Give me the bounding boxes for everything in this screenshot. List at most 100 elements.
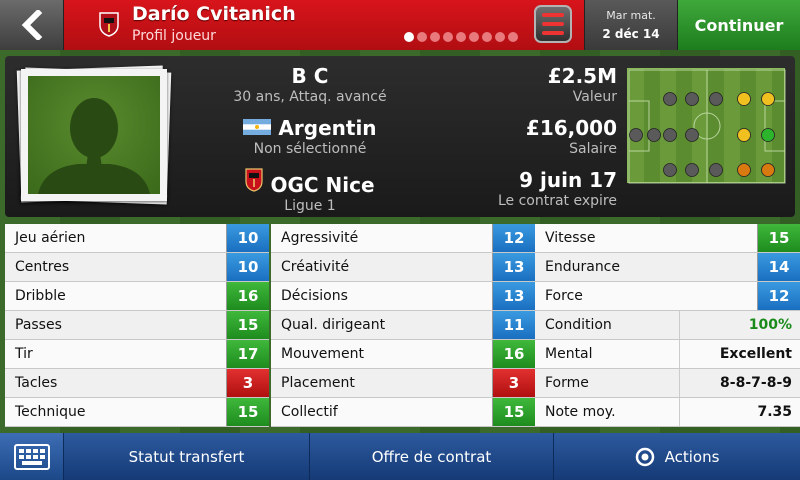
date-display[interactable]: Mar mat. 2 déc 14 bbox=[584, 0, 678, 50]
attribute-label: Agressivité bbox=[281, 230, 359, 246]
attribute-row: Forme 8-8-7-8-9 bbox=[535, 369, 800, 398]
attribute-label: Mental bbox=[545, 346, 593, 362]
position-dot bbox=[663, 92, 677, 106]
club-row[interactable]: OGC Nice bbox=[215, 168, 405, 197]
selection-status: Non sélectionné bbox=[253, 141, 367, 157]
attribute-value: 7.35 bbox=[757, 404, 792, 420]
pitch-diagram bbox=[628, 69, 786, 184]
player-info-panel: B C 30 ans, Attaq. avancé Argentin Non s… bbox=[5, 56, 795, 217]
cell-divider bbox=[679, 369, 680, 397]
nationality-row[interactable]: Argentin bbox=[215, 116, 405, 140]
page-dot-active[interactable] bbox=[404, 32, 414, 42]
attribute-label: Jeu aérien bbox=[15, 230, 86, 246]
page-dot[interactable] bbox=[482, 32, 492, 42]
wage-label: Salaire bbox=[569, 141, 617, 157]
mental-attributes: Agressivité 12 Créativité 13 Décisions 13 Qual… bbox=[271, 224, 535, 427]
ogc-nice-badge-icon bbox=[245, 168, 264, 192]
attribute-label: Forme bbox=[545, 375, 589, 391]
technical-attributes: Jeu aérien 10 Centres 10 Dribble 16 Passes 15 Ti… bbox=[5, 224, 269, 427]
position-dot bbox=[737, 92, 751, 106]
attribute-label: Vitesse bbox=[545, 230, 596, 246]
attribute-value: 12 bbox=[757, 282, 800, 310]
attribute-label: Décisions bbox=[281, 288, 348, 304]
attribute-row: Dribble 16 bbox=[5, 282, 269, 311]
attribute-label: Collectif bbox=[281, 404, 338, 420]
page-dot[interactable] bbox=[443, 32, 453, 42]
photo-card-front bbox=[21, 69, 167, 201]
attribute-row: Passes 15 bbox=[5, 311, 269, 340]
page-dot[interactable] bbox=[508, 32, 518, 42]
attribute-value: 15 bbox=[226, 311, 269, 339]
attribute-label: Tir bbox=[15, 346, 33, 362]
position-dot bbox=[709, 163, 723, 177]
position-dot bbox=[761, 92, 775, 106]
position-dot bbox=[629, 128, 643, 142]
attribute-row: Technique 15 bbox=[5, 398, 269, 427]
attribute-value: 11 bbox=[492, 311, 535, 339]
position-dot bbox=[647, 128, 661, 142]
contract-offer-button[interactable]: Offre de contrat bbox=[310, 433, 554, 480]
attribute-label: Force bbox=[545, 288, 583, 304]
attribute-value: 3 bbox=[492, 369, 535, 397]
contract-label: Le contrat expire bbox=[497, 193, 617, 209]
attribute-value: Excellent bbox=[719, 346, 792, 362]
player-photo bbox=[15, 64, 175, 210]
attribute-label: Endurance bbox=[545, 259, 620, 275]
keyboard-icon bbox=[13, 443, 50, 470]
continue-button[interactable]: Continuer bbox=[678, 0, 800, 50]
attribute-row: Mental Excellent bbox=[535, 340, 800, 369]
top-bar: Darío Cvitanich Profil joueur Mar mat. 2… bbox=[0, 0, 800, 50]
attribute-label: Créativité bbox=[281, 259, 350, 275]
attribute-label: Condition bbox=[545, 317, 612, 333]
attribute-row: Placement 3 bbox=[271, 369, 535, 398]
keyboard-button[interactable] bbox=[0, 433, 64, 480]
transfer-status-button[interactable]: Statut transfert bbox=[64, 433, 310, 480]
position-dot bbox=[737, 128, 751, 142]
menu-button[interactable] bbox=[534, 5, 572, 43]
attribute-label: Qual. dirigeant bbox=[281, 317, 386, 333]
attribute-row: Note moy. 7.35 bbox=[535, 398, 800, 427]
position-dot bbox=[761, 128, 775, 142]
attribute-value: 12 bbox=[492, 224, 535, 252]
attribute-value: 15 bbox=[757, 224, 800, 252]
attribute-value: 16 bbox=[226, 282, 269, 310]
page-dot[interactable] bbox=[456, 32, 466, 42]
player-wage: £16,000 bbox=[525, 116, 617, 140]
page-dot[interactable] bbox=[430, 32, 440, 42]
attribute-row: Collectif 15 bbox=[271, 398, 535, 427]
league-name: Ligue 1 bbox=[284, 198, 336, 214]
position-dot bbox=[709, 92, 723, 106]
actions-label: Actions bbox=[664, 447, 720, 466]
attribute-row: Qual. dirigeant 11 bbox=[271, 311, 535, 340]
back-button[interactable] bbox=[0, 0, 64, 50]
page-dot[interactable] bbox=[417, 32, 427, 42]
attribute-label: Mouvement bbox=[281, 346, 365, 362]
player-position: B C bbox=[291, 64, 329, 88]
page-dot[interactable] bbox=[469, 32, 479, 42]
player-details: B C 30 ans, Attaq. avancé Argentin Non s… bbox=[215, 64, 405, 220]
target-icon bbox=[635, 447, 654, 466]
attribute-row: Agressivité 12 bbox=[271, 224, 535, 253]
cell-divider bbox=[679, 398, 680, 426]
actions-button[interactable]: Actions bbox=[554, 433, 800, 480]
attribute-label: Note moy. bbox=[545, 404, 616, 420]
attribute-row: Tacles 3 bbox=[5, 369, 269, 398]
positions-pitch[interactable] bbox=[627, 68, 786, 184]
attribute-value: 13 bbox=[492, 253, 535, 281]
attribute-row: Force 12 bbox=[535, 282, 800, 311]
attribute-row: Tir 17 bbox=[5, 340, 269, 369]
position-dot bbox=[737, 163, 751, 177]
argentina-flag-icon bbox=[243, 119, 272, 135]
nationality: Argentin bbox=[278, 116, 377, 140]
position-dot bbox=[685, 163, 699, 177]
menu-icon-bar bbox=[542, 13, 564, 17]
position-dot bbox=[663, 163, 677, 177]
page-dot[interactable] bbox=[495, 32, 505, 42]
date-day: Mar mat. bbox=[606, 9, 656, 22]
physical-attributes: Vitesse 15 Endurance 14 Force 12 Condition 100%… bbox=[535, 224, 800, 427]
attribute-value: 14 bbox=[757, 253, 800, 281]
attribute-value: 3 bbox=[226, 369, 269, 397]
attribute-row: Décisions 13 bbox=[271, 282, 535, 311]
attribute-value: 15 bbox=[226, 398, 269, 426]
attribute-label: Technique bbox=[15, 404, 86, 420]
